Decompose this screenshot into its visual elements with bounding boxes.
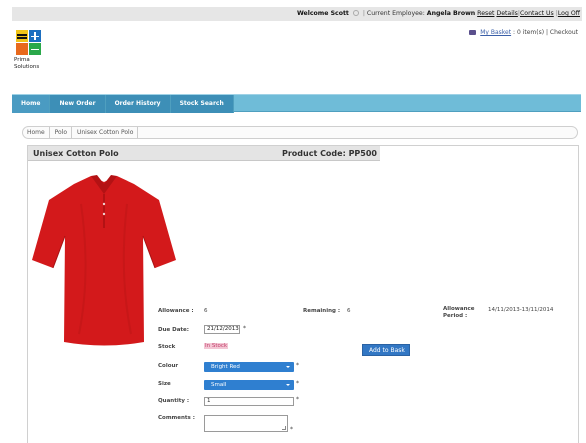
remaining-value: 6 xyxy=(347,308,351,314)
allowance-period-label-1: Allowance xyxy=(443,306,475,312)
my-basket-link[interactable]: My Basket xyxy=(480,29,511,36)
allowance-label: Allowance : xyxy=(158,308,194,314)
product-code: Product Code: PP500 xyxy=(281,149,377,158)
basket-count: : 0 item(s) xyxy=(513,29,545,36)
top-bar: Welcome Scott | Current Employee: Angela… xyxy=(12,7,582,21)
add-to-basket-button[interactable]: Add to Bask xyxy=(362,344,410,356)
stock-label: Stock xyxy=(158,344,176,350)
quantity-input[interactable]: 1 xyxy=(204,397,294,406)
polo-shirt-icon xyxy=(32,175,176,346)
employee-label: Current Employee: xyxy=(366,10,425,17)
quantity-label: Quantity : xyxy=(158,398,190,404)
stock-status-badge: In Stock xyxy=(204,343,229,349)
log-off-link[interactable]: Log Off xyxy=(558,10,580,17)
chevron-down-icon xyxy=(286,384,290,386)
welcome-text: Welcome Scott xyxy=(296,10,349,17)
required-mark: * xyxy=(243,325,246,332)
due-date-input[interactable]: 21/12/2013 xyxy=(204,325,240,334)
logo-text-line2: Solutions xyxy=(14,63,40,70)
colour-select[interactable]: Bright Red xyxy=(204,362,294,372)
product-header: Unisex Cotton Polo Product Code: PP500 xyxy=(28,146,380,161)
checkout-link[interactable]: Checkout xyxy=(550,29,578,36)
size-label: Size xyxy=(158,381,171,387)
logo-mark-icon xyxy=(16,30,42,56)
required-mark: * xyxy=(296,396,299,403)
chevron-down-icon xyxy=(286,366,290,368)
contact-us-link[interactable]: Contact Us xyxy=(520,10,554,17)
breadcrumb-polo[interactable]: Polo xyxy=(55,127,73,138)
required-mark: * xyxy=(290,426,293,433)
breadcrumb: Home Polo Unisex Cotton Polo xyxy=(22,126,578,139)
comments-label: Comments : xyxy=(158,415,195,421)
colour-label: Colour xyxy=(158,363,179,369)
remaining-label: Remaining : xyxy=(303,308,341,314)
nav-tab-new-order[interactable]: New Order xyxy=(50,95,106,113)
user-icon xyxy=(352,10,359,16)
basket-icon xyxy=(469,30,477,35)
size-select[interactable]: Small xyxy=(204,380,294,390)
main-nav: Home New Order Order History Stock Searc… xyxy=(12,94,581,113)
allowance-period-label-2: Period : xyxy=(443,313,468,319)
basket-summary: My Basket : 0 item(s) | Checkout xyxy=(469,29,578,36)
colour-select-value: Bright Red xyxy=(211,364,240,370)
reset-link[interactable]: Reset xyxy=(477,10,494,17)
allowance-value: 6 xyxy=(204,308,208,314)
resize-handle-icon[interactable] xyxy=(282,426,286,430)
comments-textarea[interactable] xyxy=(204,415,288,432)
required-mark: * xyxy=(296,362,299,369)
size-select-value: Small xyxy=(211,382,227,388)
nav-tab-home[interactable]: Home xyxy=(12,95,51,113)
details-link[interactable]: Details xyxy=(496,10,517,17)
nav-tab-order-history[interactable]: Order History xyxy=(105,95,171,113)
due-date-label: Due Date: xyxy=(158,327,189,333)
required-mark: * xyxy=(296,380,299,387)
allowance-period-value: 14/11/2013-13/11/2014 xyxy=(488,307,554,313)
breadcrumb-home[interactable]: Home xyxy=(27,127,50,138)
nav-tab-stock-search[interactable]: Stock Search xyxy=(170,95,234,113)
breadcrumb-product: Unisex Cotton Polo xyxy=(77,127,139,138)
product-title: Unisex Cotton Polo xyxy=(33,149,119,158)
company-logo[interactable]: Prima Solutions xyxy=(14,30,54,74)
product-panel: Unisex Cotton Polo Product Code: PP500 A… xyxy=(27,145,579,443)
product-image xyxy=(31,174,177,348)
employee-name: Angela Brown xyxy=(426,10,476,17)
